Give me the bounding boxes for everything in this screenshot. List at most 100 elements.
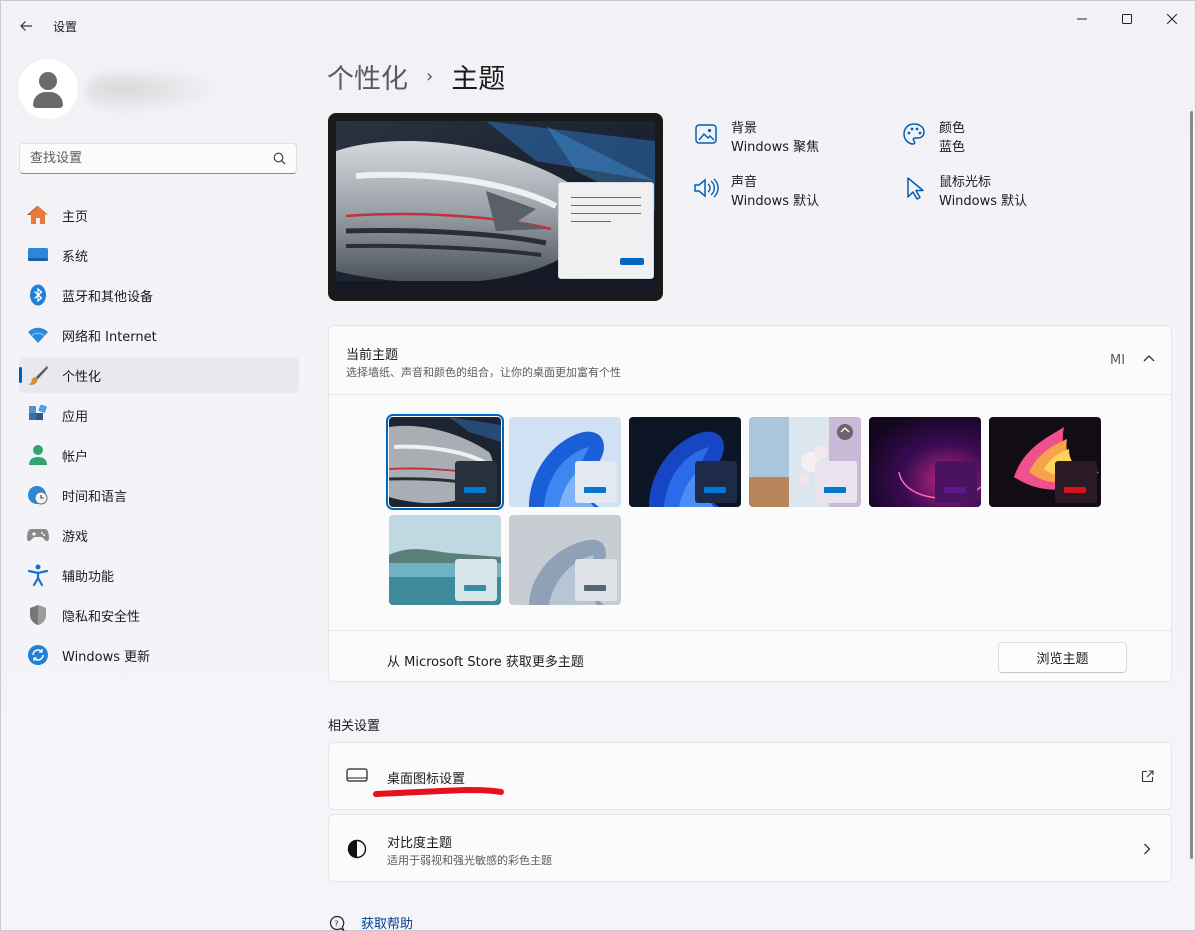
theme-accent-swatch xyxy=(584,487,606,493)
color-value: 蓝色 xyxy=(939,140,966,155)
desktop-icon-settings-item[interactable]: 桌面图标设置 xyxy=(328,742,1172,810)
page-title: 主题 xyxy=(451,64,506,95)
help-icon: ? xyxy=(328,914,346,931)
preview-text-line xyxy=(571,213,641,214)
current-theme-header[interactable]: 当前主题 选择墙纸、声音和颜色的组合，让你的桌面更加富有个性 MI xyxy=(329,326,1171,395)
sidebar-item-accounts[interactable]: 帐户 xyxy=(19,437,299,473)
search-icon[interactable] xyxy=(272,152,286,166)
avatar[interactable] xyxy=(18,59,78,119)
wifi-icon xyxy=(27,324,49,346)
theme-thumbnail-flow[interactable] xyxy=(509,515,621,605)
preview-wallpaper xyxy=(336,121,655,293)
theme-preview-window xyxy=(1055,461,1097,503)
theme-preview-window xyxy=(575,461,617,503)
svg-text:?: ? xyxy=(334,919,338,928)
sidebar-item-bluetooth[interactable]: 蓝牙和其他设备 xyxy=(19,277,299,313)
current-theme-name: MI xyxy=(1110,353,1126,368)
preview-accent-button xyxy=(620,258,644,265)
store-row: 从 Microsoft Store 获取更多主题 浏览主题 xyxy=(329,630,1171,682)
sidebar-item-privacy[interactable]: 隐私和安全性 xyxy=(19,597,299,633)
brush-icon xyxy=(27,364,49,386)
theme-thumbnail-glow[interactable] xyxy=(869,417,981,507)
store-text: 从 Microsoft Store 获取更多主题 xyxy=(387,655,584,670)
current-theme-card: 当前主题 选择墙纸、声音和颜色的组合，让你的桌面更加富有个性 MI 从 Micr… xyxy=(328,325,1172,682)
accessibility-icon xyxy=(27,564,49,586)
theme-thumbnail-light-bloom[interactable] xyxy=(509,417,621,507)
color-setting[interactable]: 颜色 蓝色 xyxy=(901,119,965,157)
breadcrumb: 个性化 › 主题 xyxy=(327,57,505,96)
theme-accent-swatch xyxy=(584,585,606,591)
chevron-right-icon xyxy=(1139,841,1155,857)
sidebar-item-apps[interactable]: 应用 xyxy=(19,397,299,433)
back-arrow-icon xyxy=(20,21,32,31)
cursor-setting[interactable]: 鼠标光标 Windows 默认 xyxy=(901,173,1027,211)
close-button[interactable] xyxy=(1149,5,1195,33)
minimize-button[interactable] xyxy=(1059,5,1105,33)
contrast-themes-title: 对比度主题 xyxy=(387,836,453,851)
background-label: 背景 xyxy=(731,121,758,136)
sidebar-item-label: 应用 xyxy=(62,409,89,425)
theme-accent-swatch xyxy=(464,585,486,591)
back-button[interactable] xyxy=(11,11,41,41)
theme-thumbnail-dark-bloom[interactable] xyxy=(629,417,741,507)
sidebar-item-system[interactable]: 系统 xyxy=(19,237,299,273)
sidebar-item-network[interactable]: 网络和 Internet xyxy=(19,317,299,353)
sidebar-item-time-language[interactable]: 时间和语言 xyxy=(19,477,299,513)
theme-preview-window xyxy=(695,461,737,503)
monitor-icon xyxy=(346,765,368,787)
maximize-icon xyxy=(1122,14,1132,24)
search-box[interactable] xyxy=(19,143,297,174)
theme-thumbnail-spotlight-collection[interactable] xyxy=(749,417,861,507)
maximize-button[interactable] xyxy=(1104,5,1150,33)
preview-window xyxy=(558,182,654,279)
sidebar-item-home[interactable]: 主页 xyxy=(19,197,299,233)
system-icon xyxy=(27,244,49,266)
theme-thumbnail-sunrise[interactable] xyxy=(389,515,501,605)
user-name-blurred xyxy=(86,73,214,113)
sidebar-item-label: 帐户 xyxy=(62,449,89,465)
app-title: 设置 xyxy=(53,20,78,34)
sidebar-item-label: 辅助功能 xyxy=(62,569,115,585)
gamepad-icon xyxy=(27,524,49,546)
theme-preview-window xyxy=(455,461,497,503)
avatar-head-icon xyxy=(39,72,57,90)
theme-thumbnail-captured-motion[interactable] xyxy=(989,417,1101,507)
sidebar-item-label: 游戏 xyxy=(62,529,89,545)
scrollbar[interactable] xyxy=(1190,111,1193,859)
sidebar-item-windows-update[interactable]: Windows 更新 xyxy=(19,637,299,673)
background-setting[interactable]: 背景 Windows 聚焦 xyxy=(693,119,819,157)
theme-thumbnail-spotlight[interactable] xyxy=(386,414,504,510)
preview-text-line xyxy=(571,221,611,222)
sidebar-item-gaming[interactable]: 游戏 xyxy=(19,517,299,553)
clock-globe-icon xyxy=(27,484,49,506)
sound-setting[interactable]: 声音 Windows 默认 xyxy=(693,173,819,211)
red-annotation-underline xyxy=(373,787,504,797)
image-icon xyxy=(693,121,719,147)
sidebar-item-label: 系统 xyxy=(62,249,89,265)
update-icon xyxy=(27,644,49,666)
browse-themes-button[interactable]: 浏览主题 xyxy=(998,642,1127,673)
get-help-link[interactable]: ? 获取帮助 xyxy=(328,913,413,931)
minimize-icon xyxy=(1077,18,1087,20)
shield-icon xyxy=(27,604,49,626)
sidebar-item-personalization[interactable]: 个性化 xyxy=(19,357,299,393)
apps-icon xyxy=(27,404,49,426)
theme-preview-window xyxy=(815,461,857,503)
sidebar-item-accessibility[interactable]: 辅助功能 xyxy=(19,557,299,593)
speaker-icon xyxy=(693,175,719,201)
search-input[interactable] xyxy=(30,151,272,166)
sidebar-item-label: 时间和语言 xyxy=(62,489,128,505)
preview-text-line xyxy=(571,197,641,198)
title-bar: 设置 xyxy=(1,1,1196,49)
contrast-themes-item[interactable]: 对比度主题 适用于弱视和强光敏感的彩色主题 xyxy=(328,814,1172,882)
sidebar-item-label: Windows 更新 xyxy=(62,649,151,665)
sidebar-item-label: 蓝牙和其他设备 xyxy=(62,289,154,305)
theme-accent-swatch xyxy=(944,487,966,493)
cursor-value: Windows 默认 xyxy=(939,194,1028,209)
home-icon xyxy=(27,204,49,226)
breadcrumb-parent[interactable]: 个性化 xyxy=(327,57,408,96)
sound-label: 声音 xyxy=(731,175,758,190)
chevron-up-icon[interactable] xyxy=(1141,350,1157,366)
sidebar-item-label: 主页 xyxy=(62,209,89,225)
open-external-icon xyxy=(1139,768,1155,784)
